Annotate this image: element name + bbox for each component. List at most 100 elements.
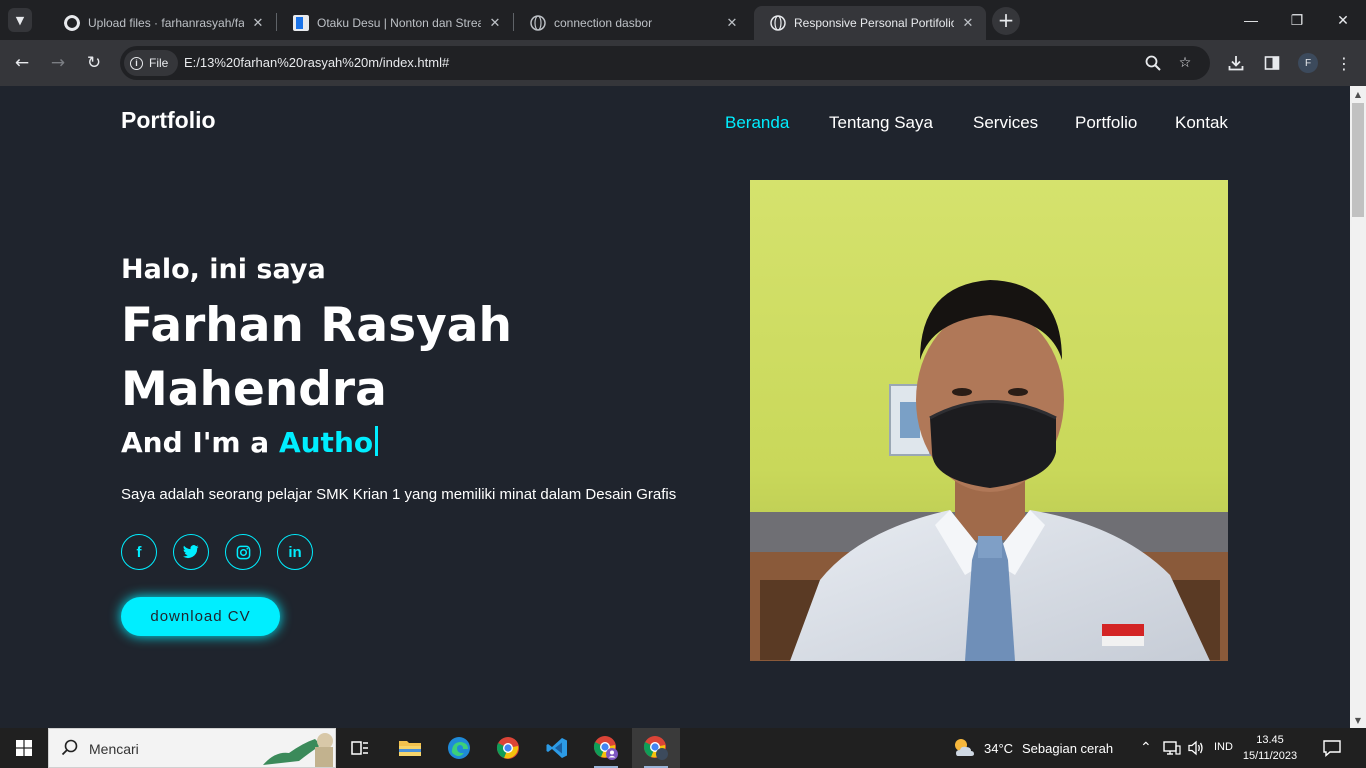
- restore-icon: ❐: [1290, 11, 1304, 28]
- weather-description[interactable]: Sebagian cerah: [1022, 741, 1113, 756]
- info-icon: i: [130, 56, 143, 70]
- scrollbar-thumb[interactable]: [1352, 103, 1364, 217]
- back-button[interactable]: ←: [9, 50, 35, 76]
- nav-link-kontak[interactable]: Kontak: [1175, 113, 1228, 133]
- scroll-down-arrow-icon[interactable]: ▼: [1350, 712, 1366, 728]
- nav-link-tentang-saya[interactable]: Tentang Saya: [829, 113, 933, 133]
- hero-name: Farhan Rasyah Mahendra: [121, 298, 512, 417]
- windows-logo-icon: [16, 740, 32, 756]
- bookmark-star-icon[interactable]: ☆: [1176, 54, 1194, 72]
- zoom-icon[interactable]: [1144, 54, 1162, 72]
- github-icon: [64, 15, 80, 31]
- chrome-profile-icon: [593, 736, 618, 760]
- scheme-label: File: [149, 56, 169, 70]
- plus-icon: +: [997, 8, 1015, 32]
- search-icon: [61, 739, 78, 756]
- tab-title: Otaku Desu | Nonton dan Streaming: [317, 16, 481, 30]
- profile-photo: [750, 180, 1228, 661]
- close-window-button[interactable]: ✕: [1320, 0, 1366, 40]
- address-bar[interactable]: i File E:/13%20farhan%20rasyah%20m/index…: [120, 46, 1210, 80]
- taskbar-clock[interactable]: 13.45 15/11/2023: [1240, 732, 1300, 764]
- network-icon[interactable]: [1163, 740, 1181, 760]
- site-logo[interactable]: Portfolio: [121, 107, 216, 134]
- restore-button[interactable]: ❐: [1274, 0, 1320, 40]
- twitter-link[interactable]: [173, 534, 209, 570]
- globe-icon: [530, 15, 546, 31]
- instagram-icon: [236, 545, 250, 559]
- scroll-up-arrow-icon[interactable]: ▲: [1350, 86, 1366, 102]
- minimize-button[interactable]: —: [1228, 0, 1274, 40]
- volume-icon[interactable]: [1187, 740, 1205, 760]
- role-prefix: And I'm a: [121, 426, 270, 459]
- close-icon[interactable]: ✕: [250, 15, 266, 31]
- browser-tab-connection[interactable]: connection dasbor ✕: [514, 6, 750, 40]
- role-typed-text: Autho: [278, 426, 374, 459]
- edge-button[interactable]: [435, 728, 483, 768]
- close-icon[interactable]: ✕: [724, 15, 740, 31]
- language-indicator[interactable]: IND: [1214, 741, 1233, 753]
- typing-cursor: [375, 426, 379, 456]
- chrome-profile-button[interactable]: [582, 728, 630, 768]
- new-tab-button[interactable]: +: [992, 7, 1020, 35]
- globe-icon: [770, 15, 786, 31]
- browser-toolbar: ← → ↻ i File E:/13%20farhan%20rasyah%20m…: [0, 40, 1366, 86]
- chevron-up-icon[interactable]: ⌃: [1140, 739, 1152, 756]
- download-icon[interactable]: [1226, 53, 1246, 73]
- nav-link-services[interactable]: Services: [973, 113, 1038, 133]
- url-text[interactable]: E:/13%20farhan%20rasyah%20m/index.html#: [184, 55, 449, 70]
- task-view-icon: [351, 741, 368, 755]
- vscode-icon: [546, 738, 567, 758]
- hero-greeting: Halo, ini saya: [121, 254, 326, 285]
- vscode-button[interactable]: [533, 728, 581, 768]
- site-info-chip[interactable]: i File: [124, 50, 178, 76]
- notifications-icon[interactable]: [1322, 738, 1342, 762]
- taskbar-search-box[interactable]: Mencari: [48, 728, 336, 768]
- file-explorer-button[interactable]: [386, 728, 434, 768]
- weather-icon[interactable]: [952, 736, 976, 764]
- tab-title: connection dasbor: [554, 16, 653, 30]
- download-cv-button[interactable]: download CV: [121, 597, 280, 636]
- twitter-icon: [183, 545, 199, 558]
- side-panel-icon[interactable]: [1262, 53, 1282, 73]
- facebook-icon: f: [136, 543, 142, 561]
- tab-title: Responsive Personal Portifolio W: [794, 16, 954, 30]
- chrome-active-button[interactable]: [632, 728, 680, 768]
- profile-avatar[interactable]: F: [1298, 53, 1318, 73]
- weather-temperature[interactable]: 34°C: [984, 741, 1013, 756]
- instagram-link[interactable]: [225, 534, 261, 570]
- clock-time: 13.45: [1256, 734, 1284, 746]
- chrome-button[interactable]: [484, 728, 532, 768]
- tab-title: Upload files · farhanrasyah/farhan: [88, 16, 244, 30]
- reload-icon: ↻: [86, 53, 102, 73]
- linkedin-icon: in: [288, 543, 302, 561]
- chrome-icon: [643, 736, 668, 760]
- chrome-icon: [496, 737, 519, 759]
- nav-link-beranda[interactable]: Beranda: [725, 113, 789, 133]
- browser-tab-strip: ▼ Upload files · farhanrasyah/farhan ✕ O…: [0, 0, 1366, 40]
- close-icon[interactable]: ✕: [960, 15, 976, 31]
- search-highlight-illustration-icon: [263, 733, 333, 767]
- browser-tab-otakudesu[interactable]: Otaku Desu | Nonton dan Streaming ✕: [277, 6, 513, 40]
- otakudesu-icon: [293, 15, 309, 31]
- task-view-button[interactable]: [336, 728, 384, 768]
- forward-button[interactable]: →: [45, 50, 71, 76]
- hero-role: And I'm a Autho: [121, 426, 379, 459]
- reload-button[interactable]: ↻: [81, 50, 107, 76]
- search-placeholder: Mencari: [89, 741, 139, 757]
- chevron-down-icon: ▼: [15, 13, 25, 27]
- page-content: Portfolio Beranda Tentang Saya Services …: [0, 86, 1350, 728]
- browser-tab-portfolio[interactable]: Responsive Personal Portifolio W ✕: [754, 6, 986, 40]
- linkedin-link[interactable]: in: [277, 534, 313, 570]
- clock-date: 15/11/2023: [1242, 750, 1298, 762]
- arrow-left-icon: ←: [14, 53, 30, 73]
- facebook-link[interactable]: f: [121, 534, 157, 570]
- folder-icon: [399, 741, 421, 756]
- nav-link-portfolio[interactable]: Portfolio: [1075, 113, 1137, 133]
- arrow-right-icon: →: [50, 53, 66, 73]
- tab-search-button[interactable]: ▼: [8, 8, 32, 32]
- page-scrollbar[interactable]: ▲ ▼: [1350, 86, 1366, 728]
- more-menu-icon[interactable]: ⋮: [1334, 53, 1354, 73]
- browser-tab-github[interactable]: Upload files · farhanrasyah/farhan ✕: [48, 6, 276, 40]
- close-icon[interactable]: ✕: [487, 15, 503, 31]
- start-button[interactable]: [0, 728, 48, 768]
